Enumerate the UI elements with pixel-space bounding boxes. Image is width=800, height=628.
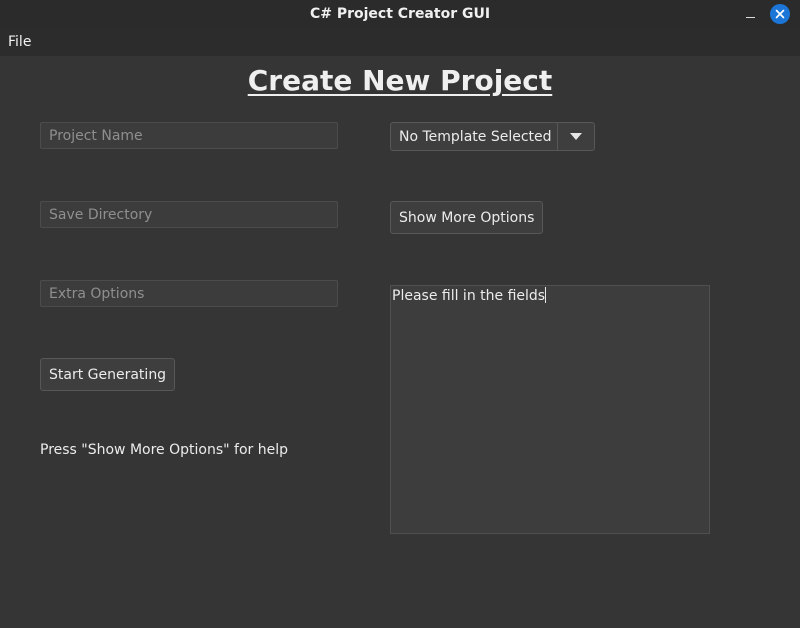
- help-text: Press "Show More Options" for help: [40, 442, 288, 458]
- minimize-icon: [745, 16, 755, 18]
- project-name-input[interactable]: [40, 122, 338, 149]
- save-directory-input[interactable]: [40, 201, 338, 228]
- output-textbox[interactable]: Please fill in the fields: [390, 285, 710, 534]
- start-generating-button[interactable]: Start Generating: [40, 358, 176, 391]
- title-bar: C# Project Creator GUI: [0, 0, 800, 28]
- template-select-value[interactable]: No Template Selected: [390, 122, 557, 151]
- menu-bar: File: [0, 28, 800, 56]
- window-title: C# Project Creator GUI: [309, 6, 491, 22]
- chevron-down-icon: [570, 133, 582, 140]
- close-icon: [775, 9, 785, 19]
- minimize-button[interactable]: [740, 4, 760, 24]
- show-more-options-button[interactable]: Show More Options: [390, 201, 544, 234]
- extra-options-input[interactable]: [40, 280, 338, 307]
- template-dropdown-button[interactable]: [557, 122, 595, 151]
- close-button[interactable]: [770, 4, 790, 24]
- menu-file[interactable]: File: [0, 28, 39, 56]
- output-text: Please fill in the fields: [392, 288, 546, 304]
- template-select[interactable]: No Template Selected: [390, 122, 595, 151]
- page-title: Create New Project: [247, 64, 553, 97]
- text-caret: [545, 287, 547, 303]
